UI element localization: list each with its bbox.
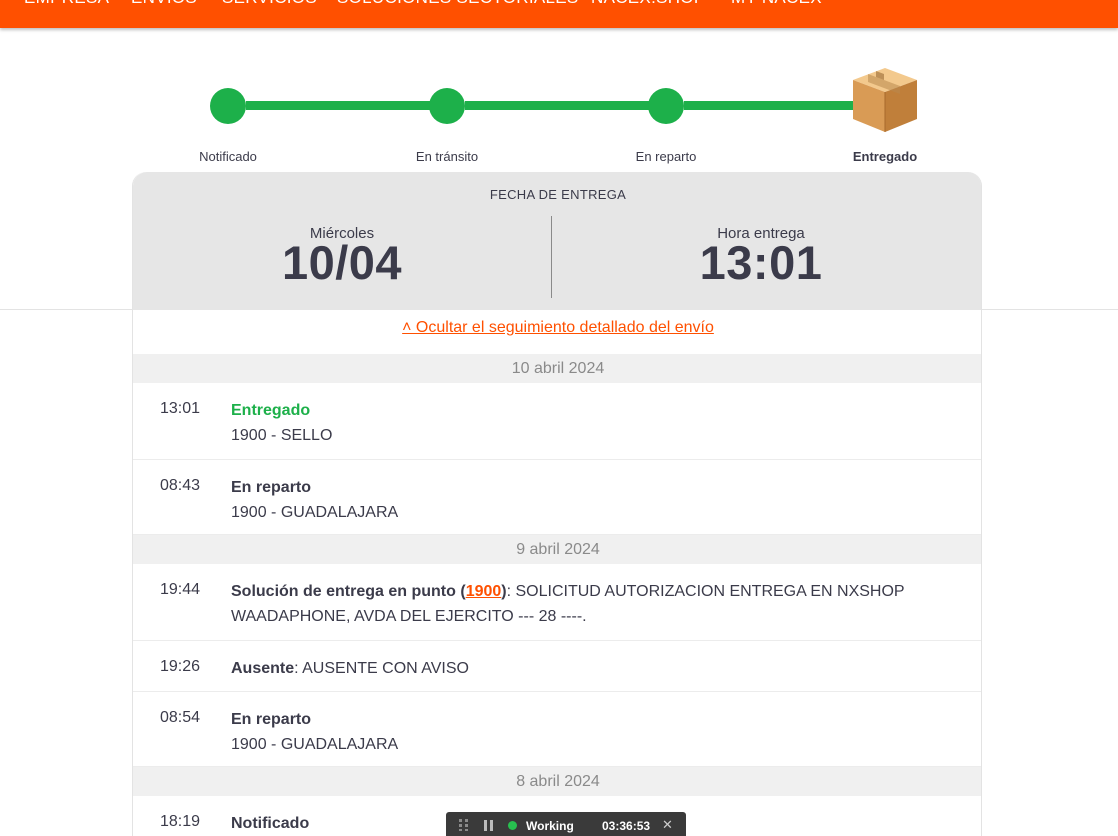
delivery-date-block: Miércoles 10/04 xyxy=(133,225,551,286)
step-dot-notificado xyxy=(210,88,246,124)
delivery-card: FECHA DE ENTREGA Miércoles 10/04 Hora en… xyxy=(132,172,982,836)
event-description: Solución de entrega en punto (1900): SOL… xyxy=(231,579,951,629)
event-detail: : AUSENTE CON AVISO xyxy=(294,660,469,677)
nav-item-servicios[interactable]: SERVICIOS xyxy=(222,0,317,8)
history-event: 13:01 Entregado 1900 - SELLO xyxy=(133,383,981,460)
history-event: 19:26 Ausente: AUSENTE CON AVISO xyxy=(133,641,981,692)
event-description: En reparto 1900 - GUADALAJARA xyxy=(231,475,951,525)
nav-item-empresa[interactable]: EMPRESA xyxy=(24,0,109,8)
history-date-header: 9 abril 2024 xyxy=(133,535,981,564)
hide-tracking-details-link[interactable]: ˄ Ocultar el seguimiento detallado del e… xyxy=(133,319,981,337)
history-date-header: 8 abril 2024 xyxy=(133,767,981,796)
history-event: 08:54 En reparto 1900 - GUADALAJARA xyxy=(133,692,981,767)
event-time: 19:44 xyxy=(160,581,201,598)
drag-handle-icon[interactable] xyxy=(459,819,469,831)
history-event: 19:44 Solución de entrega en punto (1900… xyxy=(133,564,981,641)
close-icon[interactable]: ✕ xyxy=(662,817,673,833)
package-box-icon xyxy=(853,68,917,132)
event-detail: 1900 - SELLO xyxy=(231,427,333,444)
step-dot-en-reparto xyxy=(648,88,684,124)
screen-recorder-widget: Working 03:36:53 ✕ xyxy=(446,812,686,836)
pause-icon[interactable] xyxy=(484,820,494,831)
event-time: 19:26 xyxy=(160,658,201,675)
shipment-progress-tracker: Notificado En tránsito En reparto Entreg… xyxy=(0,28,1118,164)
step-dot-en-transito xyxy=(429,88,465,124)
event-detail: 1900 - GUADALAJARA xyxy=(231,504,399,521)
event-description: En reparto 1900 - GUADALAJARA xyxy=(231,707,951,757)
progress-segment xyxy=(246,101,432,110)
event-detail: 1900 - GUADALAJARA xyxy=(231,736,399,753)
recording-status-dot-icon xyxy=(508,821,517,830)
step-label-en-reparto: En reparto xyxy=(635,149,697,164)
event-time: 08:43 xyxy=(160,477,201,494)
progress-segment xyxy=(684,101,860,110)
event-status: Entregado xyxy=(231,402,311,419)
recorder-status: Working xyxy=(526,819,574,833)
event-status: En reparto xyxy=(231,711,312,728)
event-time: 18:19 xyxy=(160,813,201,830)
step-label-notificado: Notificado xyxy=(199,149,257,164)
delivery-summary: FECHA DE ENTREGA Miércoles 10/04 Hora en… xyxy=(133,172,981,310)
progress-segment xyxy=(465,101,651,110)
event-time: 08:54 xyxy=(160,709,201,726)
delivery-title: FECHA DE ENTREGA xyxy=(489,187,627,202)
event-status: Notificado xyxy=(231,815,310,832)
step-label-en-transito: En tránsito xyxy=(415,149,479,164)
event-description: Entregado 1900 - SELLO xyxy=(231,398,951,448)
nav-item-nacex-shop[interactable]: NACEX.SHOP xyxy=(591,0,705,8)
event-status: Ausente xyxy=(231,660,295,677)
delivery-time-block: Hora entrega 13:01 xyxy=(552,225,970,286)
top-navigation-bar: EMPRESA ENVÍOS SERVICIOS SOLUCIONES SECT… xyxy=(0,0,1118,28)
event-time: 13:01 xyxy=(160,400,201,417)
history-event: 08:43 En reparto 1900 - GUADALAJARA xyxy=(133,460,981,535)
delivery-date: 10/04 xyxy=(281,236,403,289)
event-description: Ausente: AUSENTE CON AVISO xyxy=(231,656,951,681)
event-status: Solución de entrega en punto xyxy=(231,583,456,600)
nav-item-envios[interactable]: ENVÍOS xyxy=(131,0,197,8)
event-status: En reparto xyxy=(231,479,312,496)
recorder-timer: 03:36:53 xyxy=(602,819,651,833)
step-label-entregado: Entregado xyxy=(852,149,918,164)
nav-item-soluciones-sectoriales[interactable]: SOLUCIONES SECTORIALES xyxy=(337,0,579,8)
history-date-header: 10 abril 2024 xyxy=(133,354,981,383)
delivery-time: 13:01 xyxy=(699,236,823,289)
nav-item-my-nacex[interactable]: MY NACEX xyxy=(731,0,822,8)
delivery-point-link[interactable]: 1900 xyxy=(466,583,502,600)
event-status-open: ( xyxy=(455,583,466,600)
